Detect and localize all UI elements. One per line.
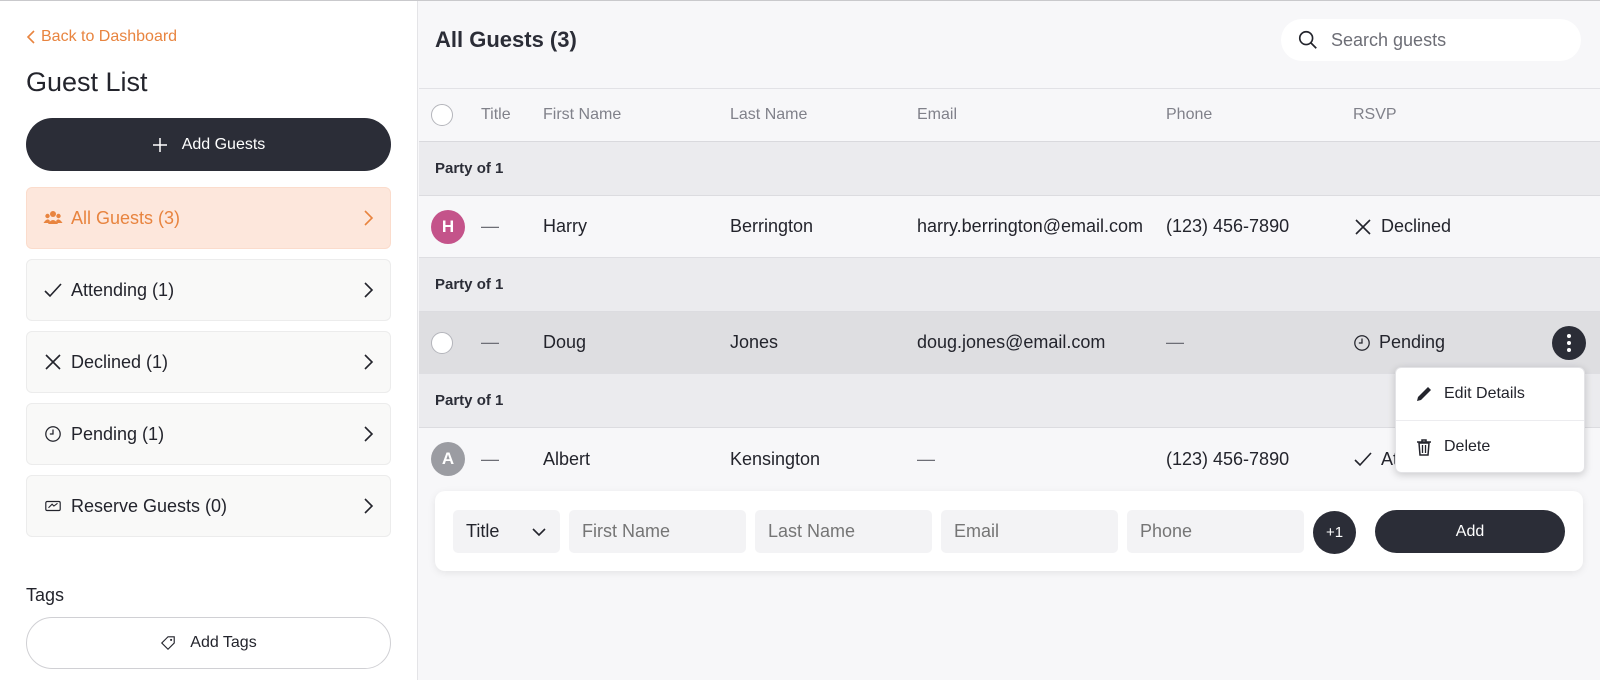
guest-title: —: [481, 332, 499, 352]
nav-item-declined[interactable]: Declined (1): [26, 331, 391, 393]
add-tags-button[interactable]: Add Tags: [26, 617, 391, 669]
table-header: Title First Name Last Name Email Phone R…: [419, 88, 1600, 142]
plus-icon: [152, 137, 167, 152]
column-header-rsvp[interactable]: RSVP: [1353, 89, 1397, 141]
back-to-dashboard-link[interactable]: Back to Dashboard: [26, 28, 177, 46]
chevron-right-icon: [364, 282, 374, 298]
last-name-input[interactable]: [755, 510, 932, 553]
row-actions-button[interactable]: [1552, 326, 1586, 360]
x-icon: [1355, 218, 1371, 235]
add-guest-form: Title +1 Add: [435, 491, 1583, 571]
chevron-right-icon: [364, 498, 374, 514]
chevron-right-icon: [364, 354, 374, 370]
guest-last-name: Kensington: [730, 448, 821, 469]
search-icon: [1298, 30, 1317, 49]
table-row[interactable]: H — Harry Berrington harry.berrington@em…: [419, 196, 1600, 258]
avatar: A: [431, 442, 465, 476]
nav-label: Pending (1): [71, 423, 165, 444]
phone-input[interactable]: [1127, 510, 1304, 553]
edit-details-menu-item[interactable]: Edit Details: [1396, 368, 1584, 420]
nav-item-all-guests[interactable]: All Guests (3): [26, 187, 391, 249]
add-guests-button[interactable]: Add Guests: [26, 118, 391, 171]
nav-label: All Guests (3): [71, 207, 181, 228]
main-title: All Guests (3): [435, 27, 577, 52]
column-header-title[interactable]: Title: [481, 89, 511, 141]
guest-last-name: Berrington: [730, 216, 814, 236]
row-context-menu: Edit Details Delete: [1395, 367, 1585, 473]
clock-icon: [43, 424, 63, 444]
guest-first-name: Harry: [543, 216, 587, 236]
tags-heading: Tags: [26, 585, 65, 605]
email-input[interactable]: [941, 510, 1118, 553]
chevron-left-icon: [26, 30, 35, 44]
guest-email: doug.jones@email.com: [917, 332, 1106, 352]
rsvp-status: Declined: [1353, 196, 1451, 257]
delete-menu-item[interactable]: Delete: [1396, 420, 1584, 473]
column-header-phone[interactable]: Phone: [1166, 89, 1212, 141]
guest-phone: —: [1166, 332, 1184, 352]
title-select[interactable]: Title: [453, 510, 560, 553]
chevron-down-icon: [532, 527, 546, 536]
search-box[interactable]: [1281, 19, 1581, 61]
nav-item-reserve-guests[interactable]: Reserve Guests (0): [26, 475, 391, 537]
trash-icon: [1417, 439, 1431, 456]
row-select-radio[interactable]: [431, 331, 453, 354]
guest-phone: (123) 456-7890: [1166, 216, 1290, 236]
guest-email: —: [917, 448, 935, 469]
add-tags-label: Add Tags: [190, 634, 257, 651]
guest-last-name: Jones: [730, 332, 779, 352]
party-group-header: Party of 1: [419, 258, 1600, 312]
sidebar: Back to Dashboard Guest List Add Guests …: [0, 1, 418, 680]
avatar: H: [431, 209, 465, 244]
rsvp-label: Declined: [1381, 216, 1452, 236]
pencil-icon: [1417, 387, 1431, 401]
table-row[interactable]: — Doug Jones doug.jones@email.com — Pend…: [419, 312, 1600, 374]
guest-title: —: [481, 216, 499, 236]
rsvp-label: Pending: [1379, 332, 1446, 352]
add-guests-label: Add Guests: [181, 135, 266, 153]
guest-first-name: Albert: [543, 448, 591, 469]
chevron-right-icon: [364, 426, 374, 442]
plus-one-button[interactable]: +1: [1313, 511, 1356, 554]
party-group-header: Party of 1: [419, 142, 1600, 196]
chevron-right-icon: [364, 210, 374, 226]
check-icon: [1354, 452, 1372, 467]
rsvp-status: At: [1353, 428, 1398, 490]
nav-label: Reserve Guests (0): [71, 495, 228, 516]
first-name-input[interactable]: [569, 510, 746, 553]
delete-label: Delete: [1444, 438, 1491, 455]
add-guest-button[interactable]: Add: [1375, 510, 1565, 553]
tag-icon: [161, 636, 176, 651]
check-icon: [43, 280, 63, 300]
main-panel: All Guests (3) Title First Name Last Nam…: [419, 1, 1600, 680]
column-header-first-name[interactable]: First Name: [543, 89, 621, 141]
nav-label: Attending (1): [71, 279, 175, 300]
ticket-icon: [43, 496, 63, 516]
search-input[interactable]: [1331, 29, 1551, 51]
guest-phone: (123) 456-7890: [1166, 448, 1290, 469]
nav-item-pending[interactable]: Pending (1): [26, 403, 391, 465]
nav-item-attending[interactable]: Attending (1): [26, 259, 391, 321]
column-header-last-name[interactable]: Last Name: [730, 89, 807, 141]
x-icon: [43, 352, 63, 372]
column-header-email[interactable]: Email: [917, 89, 957, 141]
people-icon: [43, 208, 63, 228]
page-title: Guest List: [26, 67, 148, 97]
select-all-radio[interactable]: [431, 104, 453, 126]
rsvp-status: Pending: [1353, 312, 1445, 373]
more-vertical-icon: [1567, 334, 1571, 352]
clock-icon: [1354, 334, 1370, 351]
guest-first-name: Doug: [543, 332, 587, 352]
guest-title: —: [481, 448, 499, 469]
nav-label: Declined (1): [71, 351, 169, 372]
back-label: Back to Dashboard: [41, 28, 178, 45]
title-select-value: Title: [466, 521, 500, 541]
guest-email: harry.berrington@email.com: [917, 216, 1144, 236]
edit-details-label: Edit Details: [1444, 385, 1525, 402]
